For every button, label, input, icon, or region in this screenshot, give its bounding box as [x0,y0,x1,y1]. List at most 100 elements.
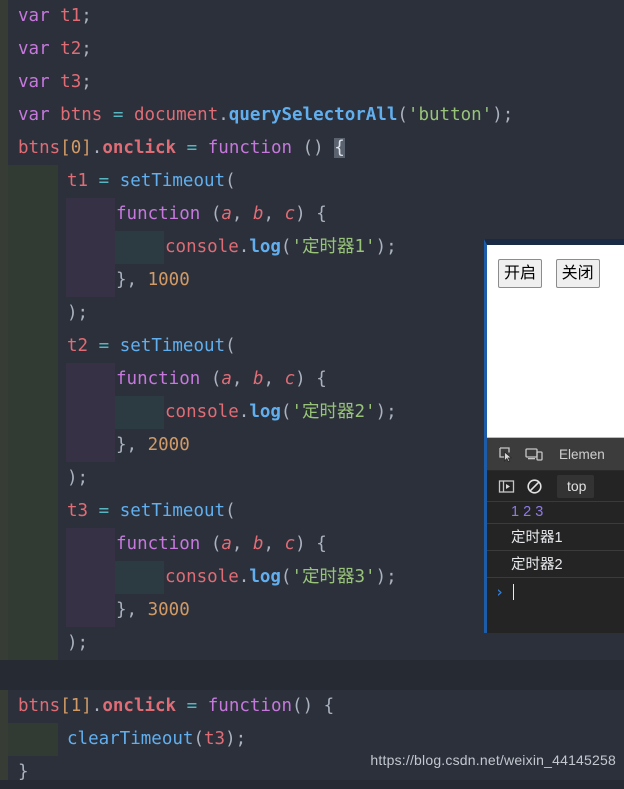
code-token: function [207,696,293,716]
code-token: querySelectorAll [228,105,398,125]
code-token: , [231,204,253,224]
code-token: t1 [67,171,89,191]
code-line-text: function (a, b, c) { [0,204,327,224]
console-log-row: 1 2 3 [487,502,624,524]
code-line-text: }, 1000 [0,270,190,290]
code-token: b [253,369,264,389]
devtools-tabbar: Elemen [487,438,624,471]
code-token: ); [375,237,397,257]
clear-console-icon[interactable] [521,473,547,499]
code-token: 'button' [407,105,493,125]
device-toolbar-icon[interactable] [521,441,547,467]
code-token: setTimeout [119,336,226,356]
code-line-text: console.log('定时器3'); [0,567,397,587]
code-token: 1 [70,696,82,716]
console-message-text: 定时器2 [511,557,563,573]
code-token: var [18,6,61,26]
code-token: btns [60,105,103,125]
code-line-text: }, 2000 [0,435,190,455]
console-sidebar-icon[interactable] [493,473,519,499]
code-token: document [133,105,219,125]
page-button-row: 开启 关闭 [487,245,624,288]
code-token: . [238,402,250,422]
code-line-text: }, 3000 [0,600,190,620]
code-token: 2000 [147,435,190,455]
code-line-text: ); [0,303,88,323]
code-token: . [238,237,250,257]
inspect-element-icon[interactable] [493,441,519,467]
code-token: c [284,369,296,389]
code-token: ) { [295,534,327,554]
code-token: t3 [60,72,82,92]
code-line-text: var t2; [0,39,92,59]
code-line-text: btns[1].onclick = function() { [0,696,334,716]
browser-window[interactable]: 开启 关闭 Elemen top 1 2 3 定时器1 定时器2 › [484,239,624,633]
code-token: console [165,402,239,422]
code-token: 3000 [147,600,190,620]
code-token: ); [375,567,397,587]
tab-elements[interactable]: Elemen [559,447,605,462]
code-token: ] [81,138,92,158]
code-token: t2 [60,39,82,59]
code-token: var [18,72,61,92]
code-token: , [231,534,253,554]
code-token: ; [81,6,92,26]
code-token: , [263,534,285,554]
code-token: '定时器1' [291,237,376,257]
code-token: ( [200,204,222,224]
code-token: ( [200,369,222,389]
code-line: btns[0].onclick = function () { [0,132,624,165]
code-line: var t3; [0,66,624,99]
code-token: ( [225,336,236,356]
code-line-text: console.log('定时器2'); [0,402,397,422]
code-token: ( [225,501,236,521]
code-token: var [18,39,61,59]
code-token: = [98,336,110,356]
code-token: onclick [102,696,177,716]
stop-timer-button[interactable]: 关闭 [555,259,600,288]
devtools-panel[interactable]: Elemen top 1 2 3 定时器1 定时器2 › [487,438,624,633]
code-token: onclick [102,138,177,158]
code-line-text: clearTimeout(t3); [0,729,246,749]
console-message-text: 定时器1 [511,530,563,546]
code-token: c [284,534,296,554]
code-token: b [253,204,264,224]
text-cursor [513,584,515,600]
console-context-dropdown[interactable]: top [557,474,595,498]
code-token: ); [492,105,514,125]
code-token: ( [280,567,292,587]
code-token: btns [18,696,61,716]
code-line: var btns = document.querySelectorAll('bu… [0,99,624,132]
code-line-text: function (a, b, c) { [0,369,327,389]
code-token: = [112,105,124,125]
console-number-value: 1 [511,504,520,520]
code-token: , [263,369,285,389]
console-log-row: 定时器1 [487,524,624,551]
code-token: a [221,204,232,224]
code-line: var t2; [0,33,624,66]
watermark-text: https://blog.csdn.net/weixin_44145258 [370,752,616,768]
code-token: ( [280,237,292,257]
code-token: console [165,567,239,587]
code-line-text: var t1; [0,6,92,26]
code-token: var [18,105,61,125]
console-prompt[interactable]: › [487,578,624,606]
code-line: btns[1].onclick = function() { [0,690,624,723]
prompt-chevron-icon: › [495,583,505,601]
code-token: t3 [203,729,226,749]
editor-gap [0,660,624,690]
code-token: . [91,138,103,158]
code-token: log [249,237,281,257]
code-token: = [98,171,110,191]
start-timer-button[interactable]: 开启 [498,259,543,288]
code-token: = [186,696,198,716]
web-page-viewport[interactable]: 开启 关闭 [487,245,624,438]
code-token: ; [81,39,92,59]
